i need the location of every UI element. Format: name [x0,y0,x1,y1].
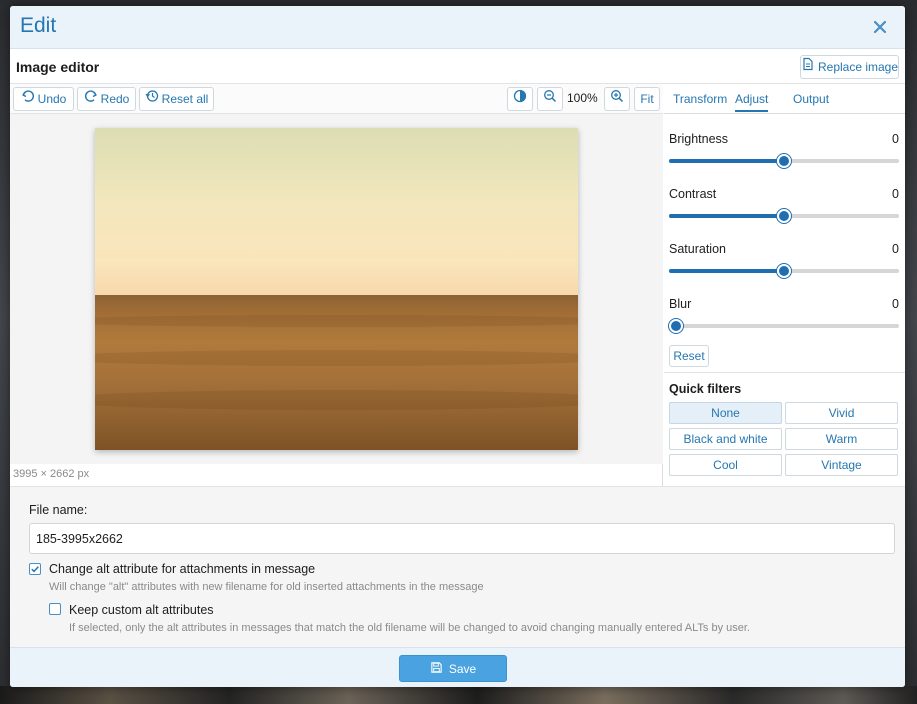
undo-icon [21,88,35,110]
editor-header: Image editor Replace image [10,50,905,84]
reset-adjust-button[interactable]: Reset [669,345,709,367]
brightness-label: Brightness [669,132,729,146]
editor-title: Image editor [16,59,100,75]
contrast-icon [513,88,527,110]
tab-transform[interactable]: Transform [673,92,727,106]
fit-button[interactable]: Fit [634,87,660,111]
image-canvas[interactable] [10,114,663,464]
filter-cool-button[interactable]: Cool [669,454,782,476]
divider [664,372,905,373]
undo-button[interactable]: Undo [13,87,74,111]
slider-fill [669,159,784,163]
zoom-in-button[interactable] [604,87,630,111]
keep-custom-alt-hint: If selected, only the alt attributes in … [69,622,750,634]
replace-image-label: Replace image [817,60,899,74]
editor-toolbar: Undo Redo Reset all 100% Fit [10,84,663,114]
zoom-out-button[interactable] [537,87,563,111]
keep-custom-alt-checkbox[interactable] [49,603,61,615]
save-label: Save [448,661,477,676]
filter-vintage-button[interactable]: Vintage [785,454,898,476]
brightness-value: 0 [892,132,899,146]
redo-label: Redo [100,92,130,106]
zoom-out-icon [543,88,557,110]
photo-sky [95,128,578,296]
file-options-section: File name: Change alt attribute for atta… [10,486,905,647]
slider-handle[interactable] [777,209,791,223]
background-thumbnails [0,686,917,704]
sand-ripple [95,350,578,367]
image-dimensions: 3995 × 2662 px [13,468,90,480]
file-name-input[interactable] [29,523,895,554]
contrast-value: 0 [892,187,899,201]
filter-vivid-button[interactable]: Vivid [785,402,898,424]
image-preview [95,128,578,450]
file-name-label: File name: [29,503,88,517]
zoom-level: 100% [567,91,598,105]
adjust-panel: Transform Adjust Output Brightness 0 Con… [664,84,905,486]
blur-value: 0 [892,297,899,311]
preview-pane: Undo Redo Reset all 100% Fit 3995 × 2662… [10,84,663,486]
save-icon [430,661,443,677]
dialog-footer: Save [10,647,905,687]
saturation-slider[interactable] [669,264,899,278]
saturation-label: Saturation [669,242,726,256]
fit-label: Fit [640,92,654,106]
slider-handle[interactable] [777,264,791,278]
dialog-header: Edit [10,6,905,49]
sand-ripple [95,390,578,411]
keep-custom-alt-label: Keep custom alt attributes [69,603,214,617]
contrast-label: Contrast [669,187,717,201]
slider-fill [669,214,784,218]
redo-button[interactable]: Redo [77,87,136,111]
contrast-slider[interactable] [669,209,899,223]
file-icon [801,56,815,78]
filter-none-button[interactable]: None [669,402,782,424]
edit-dialog: Edit Image editor Replace image Undo Red… [10,6,905,687]
reset-all-label: Reset all [161,92,209,106]
redo-icon [84,88,98,110]
change-alt-label: Change alt attribute for attachments in … [49,562,316,576]
checkmark-icon [31,566,39,573]
brightness-slider[interactable] [669,154,899,168]
saturation-value: 0 [892,242,899,256]
slider-fill [669,269,784,273]
close-icon[interactable] [869,14,891,40]
dialog-title: Edit [20,14,57,37]
zoom-in-icon [610,88,624,110]
change-alt-checkbox[interactable] [29,563,41,575]
slider-handle[interactable] [669,319,683,333]
compare-button[interactable] [507,87,533,111]
tab-adjust[interactable]: Adjust [735,92,769,112]
blur-label: Blur [669,297,692,311]
save-button[interactable]: Save [399,655,507,682]
filter-black-white-button[interactable]: Black and white [669,428,782,450]
editor-tabs: Transform Adjust Output [664,84,905,114]
quick-filters-title: Quick filters [669,382,742,396]
tab-output[interactable]: Output [793,92,829,106]
slider-handle[interactable] [777,154,791,168]
undo-label: Undo [37,92,67,106]
change-alt-hint: Will change "alt" attributes with new fi… [49,581,484,593]
filter-warm-button[interactable]: Warm [785,428,898,450]
history-icon [145,88,159,110]
photo-sand [95,295,578,450]
blur-slider[interactable] [669,319,899,333]
reset-all-button[interactable]: Reset all [139,87,214,111]
reset-label: Reset [673,349,705,363]
sand-ripple [95,315,578,328]
replace-image-button[interactable]: Replace image [800,55,899,79]
